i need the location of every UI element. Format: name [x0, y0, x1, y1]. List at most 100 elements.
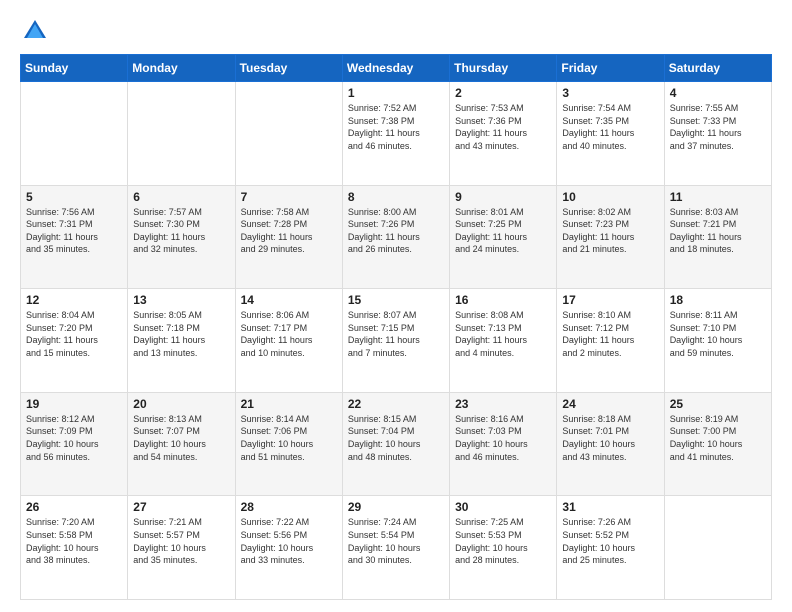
- day-info: Sunrise: 7:58 AM Sunset: 7:28 PM Dayligh…: [241, 206, 337, 256]
- day-cell: 31Sunrise: 7:26 AM Sunset: 5:52 PM Dayli…: [557, 496, 664, 600]
- day-cell: 17 Sunrise: 8:10 AM Sunset: 7:12 PM Dayli…: [557, 289, 664, 393]
- day-cell: 19Sunrise: 8:12 AM Sunset: 7:09 PM Dayli…: [21, 392, 128, 496]
- day-info: Sunrise: 7:22 AM Sunset: 5:56 PM Dayligh…: [241, 516, 337, 566]
- day-info: Sunrise: 8:10 AM Sunset: 7:12 PM Dayligh…: [562, 309, 658, 359]
- day-number: 30: [455, 500, 551, 514]
- day-cell: 29 Sunrise: 7:24 AM Sunset: 5:54 PM Dayli…: [342, 496, 449, 600]
- week-row-3: 12 Sunrise: 8:04 AM Sunset: 7:20 PM Dayli…: [21, 289, 772, 393]
- day-info: Sunrise: 8:08 AM Sunset: 7:13 PM Dayligh…: [455, 309, 551, 359]
- day-info: Sunrise: 7:54 AM Sunset: 7:35 PM Dayligh…: [562, 102, 658, 152]
- day-cell: [128, 82, 235, 186]
- day-cell: 1 Sunrise: 7:52 AM Sunset: 7:38 PM Daylig…: [342, 82, 449, 186]
- day-cell: 6Sunrise: 7:57 AM Sunset: 7:30 PM Daylig…: [128, 185, 235, 289]
- day-cell: 10 Sunrise: 8:02 AM Sunset: 7:23 PM Dayli…: [557, 185, 664, 289]
- page: SundayMondayTuesdayWednesdayThursdayFrid…: [0, 0, 792, 612]
- day-cell: 24 Sunrise: 8:18 AM Sunset: 7:01 PM Dayli…: [557, 392, 664, 496]
- day-info: Sunrise: 8:13 AM Sunset: 7:07 PM Dayligh…: [133, 413, 229, 463]
- weekday-sunday: Sunday: [21, 55, 128, 82]
- day-number: 29: [348, 500, 444, 514]
- day-cell: [21, 82, 128, 186]
- day-cell: 27 Sunrise: 7:21 AM Sunset: 5:57 PM Dayli…: [128, 496, 235, 600]
- day-number: 7: [241, 190, 337, 204]
- day-info: Sunrise: 8:18 AM Sunset: 7:01 PM Dayligh…: [562, 413, 658, 463]
- day-number: 4: [670, 86, 766, 100]
- day-number: 10: [562, 190, 658, 204]
- day-cell: 15 Sunrise: 8:07 AM Sunset: 7:15 PM Dayli…: [342, 289, 449, 393]
- day-cell: 21 Sunrise: 8:14 AM Sunset: 7:06 PM Dayli…: [235, 392, 342, 496]
- day-cell: 5 Sunrise: 7:56 AM Sunset: 7:31 PM Daylig…: [21, 185, 128, 289]
- day-info: Sunrise: 8:12 AM Sunset: 7:09 PM Dayligh…: [26, 413, 122, 463]
- day-info: Sunrise: 7:56 AM Sunset: 7:31 PM Dayligh…: [26, 206, 122, 256]
- day-info: Sunrise: 7:21 AM Sunset: 5:57 PM Dayligh…: [133, 516, 229, 566]
- day-number: 24: [562, 397, 658, 411]
- day-info: Sunrise: 8:19 AM Sunset: 7:00 PM Dayligh…: [670, 413, 766, 463]
- day-info: Sunrise: 7:55 AM Sunset: 7:33 PM Dayligh…: [670, 102, 766, 152]
- weekday-thursday: Thursday: [450, 55, 557, 82]
- day-cell: 28 Sunrise: 7:22 AM Sunset: 5:56 PM Dayli…: [235, 496, 342, 600]
- day-info: Sunrise: 8:14 AM Sunset: 7:06 PM Dayligh…: [241, 413, 337, 463]
- day-cell: 25 Sunrise: 8:19 AM Sunset: 7:00 PM Dayli…: [664, 392, 771, 496]
- day-number: 17: [562, 293, 658, 307]
- day-number: 12: [26, 293, 122, 307]
- day-info: Sunrise: 8:11 AM Sunset: 7:10 PM Dayligh…: [670, 309, 766, 359]
- day-cell: 2 Sunrise: 7:53 AM Sunset: 7:36 PM Daylig…: [450, 82, 557, 186]
- logo: [20, 16, 54, 46]
- day-info: Sunrise: 8:05 AM Sunset: 7:18 PM Dayligh…: [133, 309, 229, 359]
- day-cell: 9Sunrise: 8:01 AM Sunset: 7:25 PM Daylig…: [450, 185, 557, 289]
- day-cell: 16 Sunrise: 8:08 AM Sunset: 7:13 PM Dayli…: [450, 289, 557, 393]
- day-cell: [235, 82, 342, 186]
- day-number: 11: [670, 190, 766, 204]
- day-number: 27: [133, 500, 229, 514]
- day-info: Sunrise: 8:00 AM Sunset: 7:26 PM Dayligh…: [348, 206, 444, 256]
- day-info: Sunrise: 8:03 AM Sunset: 7:21 PM Dayligh…: [670, 206, 766, 256]
- day-cell: 20 Sunrise: 8:13 AM Sunset: 7:07 PM Dayli…: [128, 392, 235, 496]
- day-info: Sunrise: 8:04 AM Sunset: 7:20 PM Dayligh…: [26, 309, 122, 359]
- day-info: Sunrise: 7:52 AM Sunset: 7:38 PM Dayligh…: [348, 102, 444, 152]
- day-cell: 8 Sunrise: 8:00 AM Sunset: 7:26 PM Daylig…: [342, 185, 449, 289]
- day-info: Sunrise: 8:16 AM Sunset: 7:03 PM Dayligh…: [455, 413, 551, 463]
- day-cell: 18 Sunrise: 8:11 AM Sunset: 7:10 PM Dayli…: [664, 289, 771, 393]
- day-number: 14: [241, 293, 337, 307]
- day-number: 16: [455, 293, 551, 307]
- day-info: Sunrise: 7:20 AM Sunset: 5:58 PM Dayligh…: [26, 516, 122, 566]
- day-info: Sunrise: 7:53 AM Sunset: 7:36 PM Dayligh…: [455, 102, 551, 152]
- day-number: 2: [455, 86, 551, 100]
- day-cell: 22Sunrise: 8:15 AM Sunset: 7:04 PM Dayli…: [342, 392, 449, 496]
- weekday-tuesday: Tuesday: [235, 55, 342, 82]
- day-cell: 12 Sunrise: 8:04 AM Sunset: 7:20 PM Dayli…: [21, 289, 128, 393]
- day-number: 23: [455, 397, 551, 411]
- logo-icon: [20, 16, 50, 46]
- day-info: Sunrise: 7:24 AM Sunset: 5:54 PM Dayligh…: [348, 516, 444, 566]
- day-info: Sunrise: 8:15 AM Sunset: 7:04 PM Dayligh…: [348, 413, 444, 463]
- day-number: 31: [562, 500, 658, 514]
- day-number: 5: [26, 190, 122, 204]
- day-info: Sunrise: 8:06 AM Sunset: 7:17 PM Dayligh…: [241, 309, 337, 359]
- day-cell: 26 Sunrise: 7:20 AM Sunset: 5:58 PM Dayli…: [21, 496, 128, 600]
- day-cell: 30 Sunrise: 7:25 AM Sunset: 5:53 PM Dayli…: [450, 496, 557, 600]
- day-number: 26: [26, 500, 122, 514]
- day-info: Sunrise: 8:07 AM Sunset: 7:15 PM Dayligh…: [348, 309, 444, 359]
- day-cell: 7 Sunrise: 7:58 AM Sunset: 7:28 PM Daylig…: [235, 185, 342, 289]
- day-number: 28: [241, 500, 337, 514]
- day-number: 25: [670, 397, 766, 411]
- header: [20, 16, 772, 46]
- day-info: Sunrise: 8:01 AM Sunset: 7:25 PM Dayligh…: [455, 206, 551, 256]
- day-cell: 13 Sunrise: 8:05 AM Sunset: 7:18 PM Dayli…: [128, 289, 235, 393]
- day-info: Sunrise: 8:02 AM Sunset: 7:23 PM Dayligh…: [562, 206, 658, 256]
- day-number: 13: [133, 293, 229, 307]
- day-number: 8: [348, 190, 444, 204]
- day-number: 21: [241, 397, 337, 411]
- day-number: 15: [348, 293, 444, 307]
- day-cell: 3Sunrise: 7:54 AM Sunset: 7:35 PM Daylig…: [557, 82, 664, 186]
- day-info: Sunrise: 7:25 AM Sunset: 5:53 PM Dayligh…: [455, 516, 551, 566]
- week-row-4: 19Sunrise: 8:12 AM Sunset: 7:09 PM Dayli…: [21, 392, 772, 496]
- week-row-1: 1 Sunrise: 7:52 AM Sunset: 7:38 PM Daylig…: [21, 82, 772, 186]
- weekday-monday: Monday: [128, 55, 235, 82]
- day-number: 18: [670, 293, 766, 307]
- weekday-friday: Friday: [557, 55, 664, 82]
- week-row-5: 26 Sunrise: 7:20 AM Sunset: 5:58 PM Dayli…: [21, 496, 772, 600]
- day-number: 20: [133, 397, 229, 411]
- weekday-saturday: Saturday: [664, 55, 771, 82]
- day-cell: 23 Sunrise: 8:16 AM Sunset: 7:03 PM Dayli…: [450, 392, 557, 496]
- day-number: 1: [348, 86, 444, 100]
